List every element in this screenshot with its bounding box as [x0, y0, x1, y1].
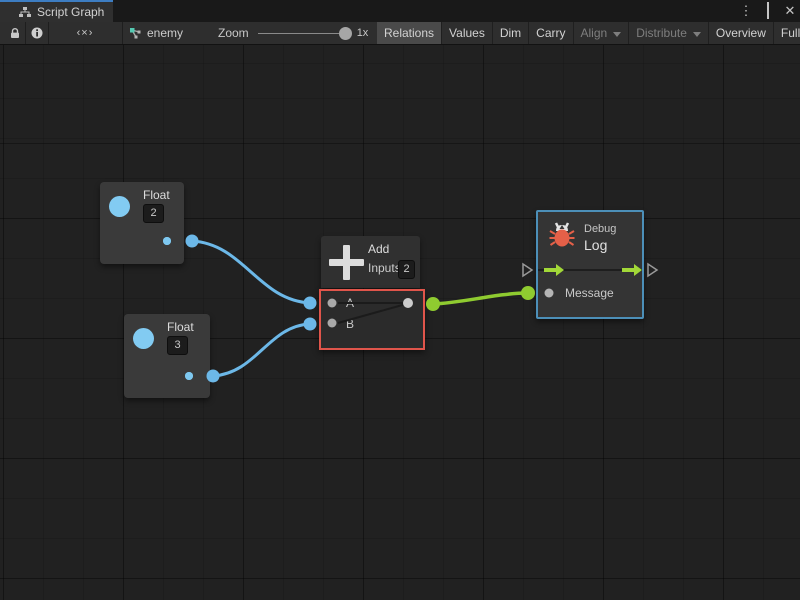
float-node-2[interactable]: Float 3: [124, 314, 210, 398]
title-bar: Script Graph ⋮ ✕: [0, 0, 800, 22]
graph-toolbar: ‹×› enemy Zoom 1x Relations Values Dim C…: [0, 22, 800, 45]
float-output-port[interactable]: [163, 237, 171, 245]
code-view-button[interactable]: ‹×›: [49, 22, 121, 44]
tab-title: Script Graph: [37, 5, 104, 19]
zoom-value: 1x: [357, 27, 369, 39]
zoom-label: Zoom: [218, 26, 249, 40]
node-title: Float: [143, 188, 170, 202]
lock-icon: [9, 27, 21, 39]
distribute-button: Distribute: [629, 22, 709, 44]
graph-asset-icon: [128, 26, 142, 40]
add-node[interactable]: Add Inputs 2: [321, 236, 420, 288]
graph-reference[interactable]: enemy: [128, 22, 183, 44]
wire-add-to-debug[interactable]: [433, 293, 528, 304]
close-icon[interactable]: ✕: [782, 0, 798, 22]
overview-button[interactable]: Overview: [709, 22, 774, 44]
graph-name: enemy: [147, 26, 183, 40]
values-button[interactable]: Values: [442, 22, 493, 44]
inspect-button[interactable]: [26, 22, 48, 44]
float-type-icon: [133, 328, 154, 349]
add-node-ports[interactable]: A B: [319, 289, 425, 350]
relations-button[interactable]: Relations: [377, 22, 442, 44]
wire-endpoint[interactable]: [186, 235, 199, 248]
maximize-icon[interactable]: [760, 0, 776, 22]
wire-endpoint[interactable]: [304, 297, 317, 310]
inputs-count-input[interactable]: 2: [398, 260, 415, 279]
flow-output-triangle[interactable]: [648, 264, 657, 276]
fullscreen-button[interactable]: Full Screen: [774, 22, 800, 44]
message-port-label: Message: [565, 286, 614, 300]
wire-float1-to-add-a[interactable]: [192, 241, 310, 303]
chevron-down-icon: [613, 32, 621, 37]
dim-button[interactable]: Dim: [493, 22, 529, 44]
bug-icon: [548, 219, 576, 254]
script-graph-icon: [18, 6, 32, 19]
zoom-slider[interactable]: [258, 33, 348, 34]
chevron-down-icon: [693, 32, 701, 37]
zoom-control: Zoom 1x: [218, 22, 368, 44]
port-a-label: A: [346, 296, 354, 310]
zoom-slider-handle[interactable]: [339, 27, 352, 40]
toolbar-buttons: Relations Values Dim Carry Align Distrib…: [377, 22, 800, 44]
float-node-1[interactable]: Float 2: [100, 182, 184, 264]
node-title: Log: [584, 237, 607, 253]
graph-canvas[interactable]: Float 2 Float 3 Add Inputs 2 A B: [0, 45, 800, 600]
tab-script-graph[interactable]: Script Graph: [0, 0, 113, 22]
node-category: Debug: [584, 223, 616, 235]
debug-log-node[interactable]: Debug Log Message: [536, 210, 644, 319]
align-button: Align: [574, 22, 630, 44]
add-icon: [329, 245, 364, 280]
window-menu-icon[interactable]: ⋮: [738, 0, 754, 22]
wire-endpoint[interactable]: [426, 297, 440, 311]
float-output-port[interactable]: [185, 372, 193, 380]
flow-input-triangle[interactable]: [523, 264, 532, 276]
inputs-label: Inputs: [368, 261, 401, 275]
node-title: Float: [167, 320, 194, 334]
wire-endpoint[interactable]: [521, 286, 535, 300]
window-controls: ⋮ ✕: [738, 0, 798, 22]
node-title: Add: [368, 242, 389, 256]
float-type-icon: [109, 196, 130, 217]
script-graph-window: Script Graph ⋮ ✕ ‹×›: [0, 0, 800, 600]
lock-button[interactable]: [4, 22, 25, 44]
carry-button[interactable]: Carry: [529, 22, 573, 44]
code-icon: ‹×›: [77, 27, 94, 39]
float-value-input[interactable]: 2: [143, 204, 164, 223]
wire-endpoint[interactable]: [304, 318, 317, 331]
wire-float2-to-add-b[interactable]: [213, 324, 310, 376]
port-b-label: B: [346, 317, 354, 331]
info-icon: [31, 27, 43, 39]
float-value-input[interactable]: 3: [167, 336, 188, 355]
